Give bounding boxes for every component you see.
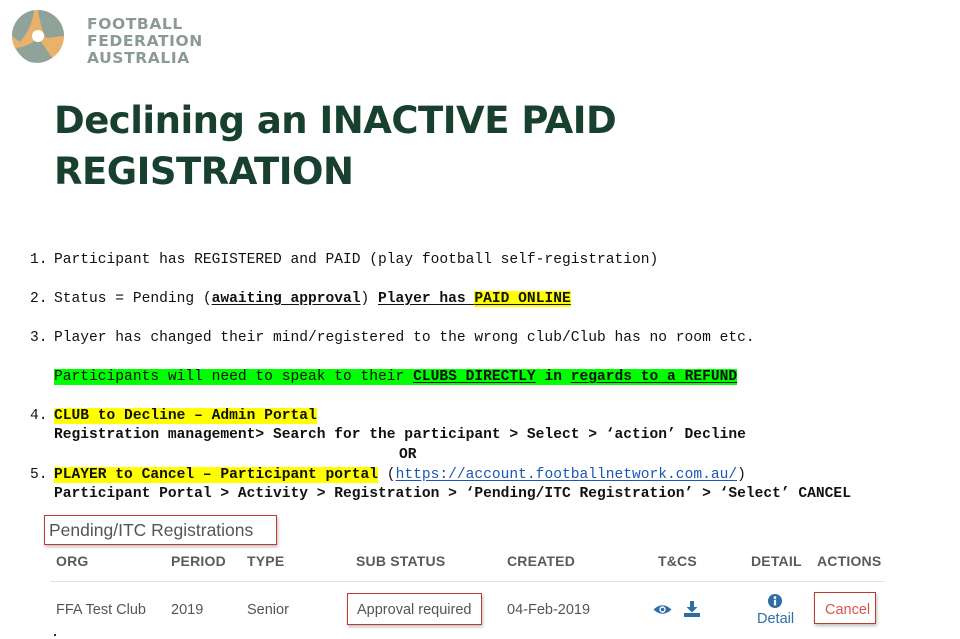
refund-note-highlight: Participants will need to speak to their… <box>54 369 738 385</box>
step-number: 2. <box>30 291 48 307</box>
step-1: 1. Participant has REGISTERED and PAID (p… <box>30 252 658 268</box>
row-org: FFA Test Club <box>56 602 146 618</box>
step-5: 5. PLAYER to Cancel – Participant portal … <box>30 467 746 483</box>
step-3: 3. Player has changed their mind/register… <box>30 330 755 346</box>
step-text: Participant has REGISTERED and PAID (pla… <box>54 252 659 268</box>
column-header-created: CREATED <box>507 553 576 569</box>
column-header-type: TYPE <box>247 553 285 569</box>
step-number: 5. <box>30 467 48 483</box>
pending-itc-title: Pending/ITC Registrations <box>44 515 277 545</box>
step-2: 2. Status = Pending (awaiting approval) P… <box>30 291 571 307</box>
step-text: Player has changed their mind/registered… <box>54 330 755 346</box>
row-created: 04-Feb-2019 <box>507 602 591 618</box>
cancel-button[interactable]: Cancel <box>825 602 870 618</box>
column-header-actions: ACTIONS <box>817 553 882 569</box>
download-icon[interactable] <box>684 601 700 617</box>
participant-portal-path: Participant Portal > Activity > Registra… <box>54 486 851 502</box>
step-number: 4. <box>30 408 48 424</box>
admin-portal-path: Registration management> Search for the … <box>54 427 746 443</box>
or-separator: OR <box>399 447 417 463</box>
logo-line-2: FEDERATION <box>87 32 203 50</box>
step-number: 1. <box>30 252 48 268</box>
eye-icon[interactable] <box>653 603 672 616</box>
logo-line-1: FOOTBALL <box>87 15 183 33</box>
paid-online-highlight: PAID ONLINE <box>474 291 571 307</box>
account-portal-link[interactable]: https://account.footballnetwork.com.au/ <box>396 467 738 483</box>
row-sub-status: Approval required <box>357 602 472 618</box>
logo-line-3: AUSTRALIA <box>87 49 190 67</box>
club-decline-heading: CLUB to Decline – Admin Portal <box>54 408 317 424</box>
column-header-detail: DETAIL <box>751 553 802 569</box>
column-header-sub-status: SUB STATUS <box>356 553 446 569</box>
player-cancel-heading: PLAYER to Cancel – Participant portal <box>54 467 379 483</box>
page-title: Declining an INACTIVE PAID REGISTRATION <box>54 95 617 197</box>
title-line-1: Declining an INACTIVE PAID <box>54 99 617 142</box>
logo-wordmark: FOOTBALL FEDERATION AUSTRALIA <box>87 16 203 67</box>
clubs-directly-text: CLUBS DIRECTLY <box>413 369 536 385</box>
page-mark <box>54 634 56 636</box>
step-4: 4. CLUB to Decline – Admin Portal <box>30 408 317 424</box>
refund-note: Participants will need to speak to their… <box>54 369 738 385</box>
row-type: Senior <box>247 602 289 618</box>
table-divider <box>50 581 885 582</box>
player-has-text: Player has PAID ONLINE <box>378 291 571 307</box>
status-mid: ) <box>360 291 379 307</box>
info-icon <box>768 594 782 608</box>
detail-label[interactable]: Detail <box>757 611 794 627</box>
status-prefix: Status = Pending ( <box>54 291 212 307</box>
ffa-logo: FOOTBALL FEDERATION AUSTRALIA <box>8 6 202 67</box>
column-header-tcs: T&CS <box>658 553 697 569</box>
column-header-org: ORG <box>56 553 89 569</box>
title-line-2: REGISTRATION <box>54 150 354 193</box>
column-header-period: PERIOD <box>171 553 226 569</box>
ffa-logo-icon <box>11 10 64 63</box>
regards-text: regards <box>570 369 633 385</box>
awaiting-approval-text: awaiting approval <box>211 291 361 307</box>
step-number: 3. <box>30 330 48 346</box>
row-period: 2019 <box>171 602 204 618</box>
to-a-refund-text: to a REFUND <box>632 369 738 385</box>
